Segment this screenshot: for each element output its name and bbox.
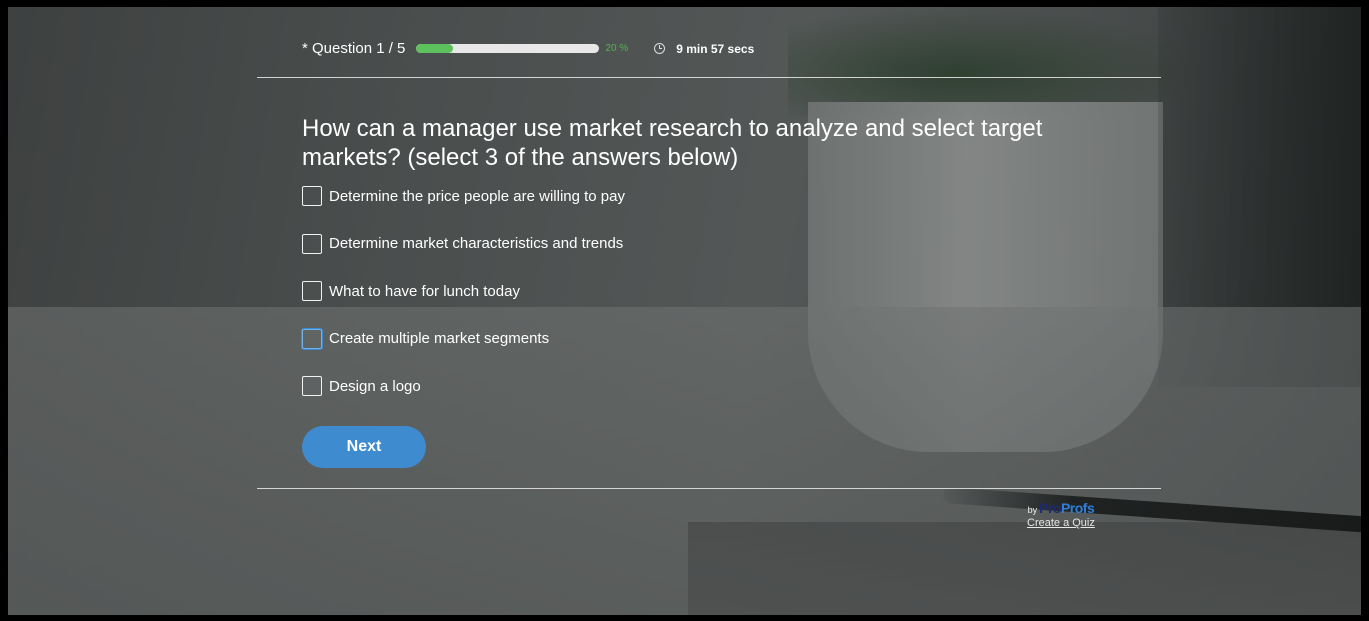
answer-label: Design a logo xyxy=(329,377,421,395)
checkbox[interactable] xyxy=(302,186,322,206)
question-counter: * Question 1 / 5 xyxy=(302,40,406,57)
question-text: How can a manager use market research to… xyxy=(302,115,1043,171)
brand-by: by xyxy=(1027,505,1038,515)
answer-label: Determine the price people are willing t… xyxy=(329,187,625,205)
logo-part-profs: Profs xyxy=(1060,500,1095,516)
quiz-screen: * Question 1 / 5 20 % 9 min 57 secs How … xyxy=(8,7,1361,615)
answer-option[interactable]: Determine the price people are willing t… xyxy=(302,183,625,209)
brand-footer: by ProProfs Create a Quiz xyxy=(1027,500,1095,529)
answer-label: What to have for lunch today xyxy=(329,282,520,300)
progress-percent: 20 % xyxy=(605,43,629,54)
divider-top xyxy=(257,77,1161,78)
answer-option[interactable]: Determine market characteristics and tre… xyxy=(302,231,625,257)
answer-option[interactable]: Create multiple market segments xyxy=(302,326,625,352)
quiz-container: * Question 1 / 5 20 % 9 min 57 secs How … xyxy=(257,7,1161,615)
checkbox[interactable] xyxy=(302,233,322,254)
progress-bar-fill xyxy=(416,44,453,53)
divider-bottom xyxy=(257,488,1161,489)
timer: 9 min 57 secs xyxy=(676,41,755,56)
proprofs-logo: ProProfs xyxy=(1039,500,1095,516)
answer-list: Determine the price people are willing t… xyxy=(302,183,625,421)
answer-label: Create multiple market segments xyxy=(329,330,550,347)
answer-option[interactable]: What to have for lunch today xyxy=(302,278,625,304)
brand-logo[interactable]: by ProProfs xyxy=(1027,500,1095,516)
next-button[interactable]: Next xyxy=(302,426,426,468)
answer-option[interactable]: Design a logo xyxy=(302,373,625,399)
checkbox[interactable] xyxy=(302,281,322,301)
quiz-header: * Question 1 / 5 20 % 9 min 57 secs xyxy=(302,40,754,57)
checkbox-focused[interactable] xyxy=(302,328,322,349)
logo-part-pro: Pro xyxy=(1039,500,1061,516)
create-quiz-link[interactable]: Create a Quiz xyxy=(1027,517,1095,529)
progress-bar xyxy=(416,44,600,53)
answer-label: Determine market characteristics and tre… xyxy=(329,235,624,252)
checkbox[interactable] xyxy=(302,376,322,396)
clock-icon xyxy=(654,43,666,54)
